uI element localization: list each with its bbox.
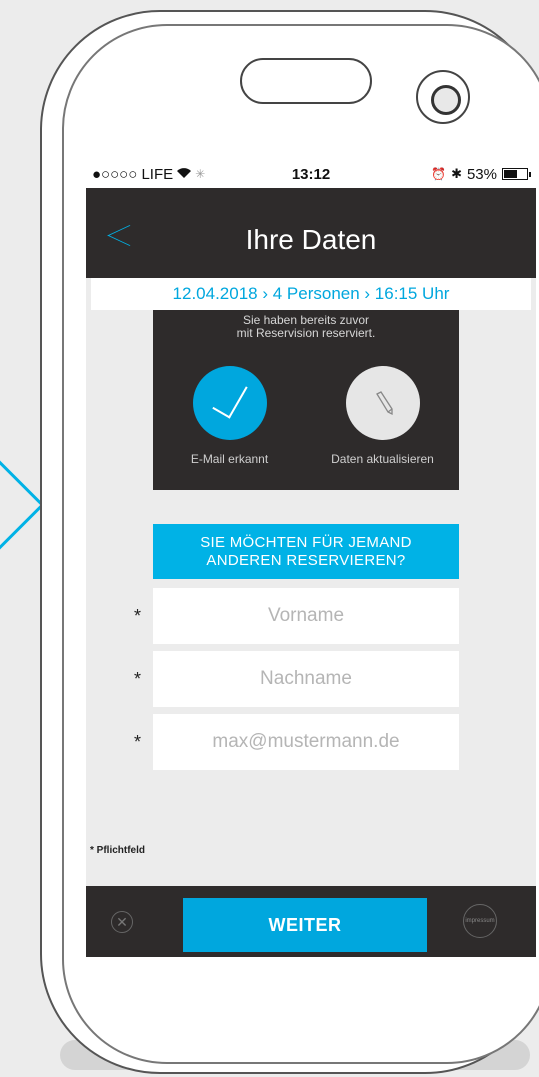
camera-icon xyxy=(416,70,470,124)
required-marker: * xyxy=(134,606,142,626)
email-recognized-label: E-Mail erkannt xyxy=(190,452,269,466)
app-screen: ●○○○○ LIFE ✳ 13:12 ⏰ ✱ 53% Ihre Daten 12… xyxy=(86,160,536,957)
reserve-other-line2: ANDEREN RESERVIEREN? xyxy=(206,551,406,569)
status-bar: ●○○○○ LIFE ✳ 13:12 ⏰ ✱ 53% xyxy=(86,160,536,188)
recognition-card: Sie haben bereits zuvor mit Reservision … xyxy=(153,310,459,490)
battery-icon xyxy=(502,168,531,180)
checkmark-icon[interactable] xyxy=(192,366,267,440)
page-title: Ihre Daten xyxy=(245,224,377,255)
reserve-other-line1: SIE MÖCHTEN FÜR JEMAND xyxy=(200,533,412,551)
first-name-input[interactable] xyxy=(153,588,459,644)
first-name-row: * xyxy=(86,588,536,644)
email-row: * xyxy=(86,714,536,770)
last-name-row: * xyxy=(86,651,536,707)
alarm-icon: ⏰ xyxy=(431,167,447,181)
last-name-input[interactable] xyxy=(153,651,459,707)
bluetooth-icon: ✱ xyxy=(451,166,462,181)
reservation-summary: 12.04.2018 › 4 Personen › 16:15 Uhr xyxy=(91,278,531,310)
reserve-for-someone-else-button[interactable]: SIE MÖCHTEN FÜR JEMAND ANDEREN RESERVIER… xyxy=(153,524,459,579)
email-input[interactable] xyxy=(153,714,459,770)
email-recognized-action[interactable]: E-Mail erkannt xyxy=(153,366,306,466)
close-icon[interactable]: ✕ xyxy=(111,911,133,933)
battery-percent: 53% xyxy=(466,165,497,183)
required-marker: * xyxy=(134,732,142,752)
footer-bar: ✕ WEITER impressum xyxy=(86,886,536,957)
next-button[interactable]: WEITER xyxy=(183,898,427,952)
required-marker: * xyxy=(134,669,142,689)
required-field-note: * Pflichtfeld xyxy=(90,845,146,856)
update-data-action[interactable]: Daten aktualisieren xyxy=(306,366,459,466)
impressum-button[interactable]: impressum xyxy=(463,904,497,938)
carousel-arrow-icon[interactable] xyxy=(0,455,45,555)
recognition-text-line2: mit Reservision reserviert. xyxy=(236,326,376,340)
update-data-label: Daten aktualisieren xyxy=(331,452,434,466)
speaker-grille xyxy=(240,58,372,104)
pencil-icon[interactable] xyxy=(345,366,420,440)
home-button[interactable] xyxy=(260,985,261,986)
app-header: Ihre Daten xyxy=(86,188,536,278)
main-content: 12.04.2018 › 4 Personen › 16:15 Uhr Sie … xyxy=(86,278,536,886)
